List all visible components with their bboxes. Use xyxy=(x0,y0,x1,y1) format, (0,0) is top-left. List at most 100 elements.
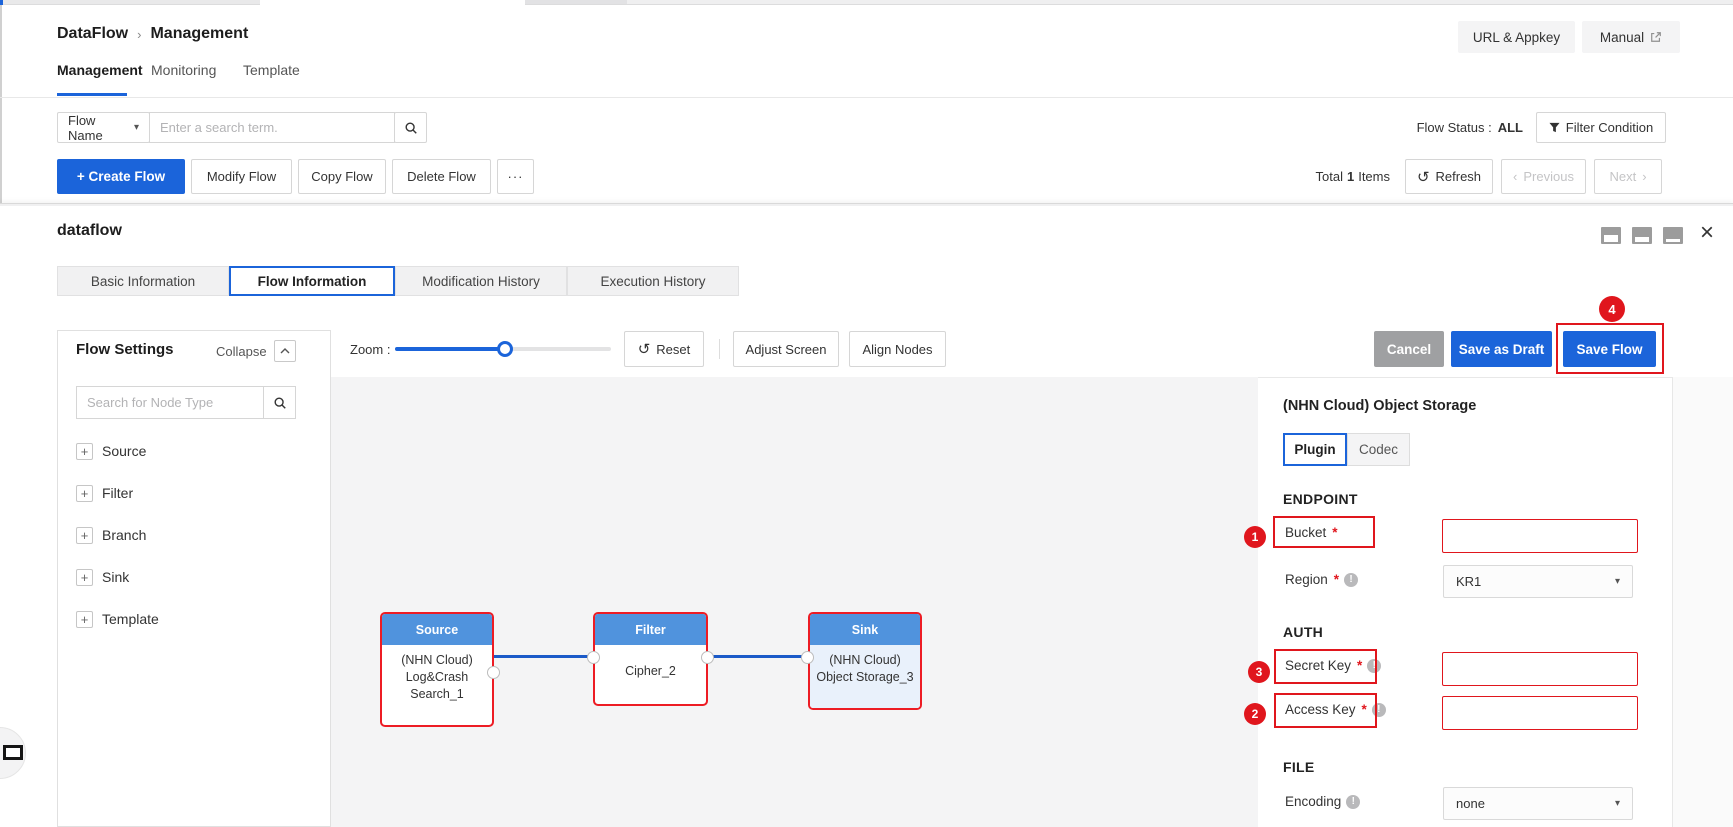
info-icon[interactable]: ! xyxy=(1367,658,1382,673)
tree-item-branch[interactable]: Branch xyxy=(102,527,146,543)
reset-label: Reset xyxy=(656,341,691,357)
node-filter-line: Cipher_2 xyxy=(625,664,676,678)
tab-template[interactable]: Template xyxy=(243,62,300,78)
flow-status: Flow Status : ALL xyxy=(1390,112,1523,143)
node-type-search-input[interactable] xyxy=(76,386,263,419)
annotation-badge-1: 1 xyxy=(1244,526,1266,548)
url-appkey-button[interactable]: URL & Appkey xyxy=(1458,21,1575,53)
collapse-button[interactable] xyxy=(274,340,296,362)
cancel-button[interactable]: Cancel xyxy=(1374,331,1444,367)
tab-flow-information[interactable]: Flow Information xyxy=(229,266,395,296)
detail-panel-title: dataflow xyxy=(57,222,122,239)
node-sink[interactable]: Sink (NHN Cloud) Object Storage_3 xyxy=(808,612,922,710)
tree-item-sink[interactable]: Sink xyxy=(102,569,129,585)
modify-flow-button[interactable]: Modify Flow xyxy=(191,159,292,194)
region-select[interactable]: KR1 ▾ xyxy=(1443,565,1633,598)
port-sink-in[interactable] xyxy=(801,651,814,664)
breadcrumb-service[interactable]: DataFlow xyxy=(57,25,128,43)
collapse-label[interactable]: Collapse xyxy=(216,344,267,359)
encoding-select[interactable]: none ▾ xyxy=(1443,787,1633,820)
browser-tab-strip xyxy=(3,0,260,5)
tree-item-source[interactable]: Source xyxy=(102,443,146,459)
required-icon: * xyxy=(1332,525,1338,540)
required-icon: * xyxy=(1357,658,1363,673)
port-source-out[interactable] xyxy=(487,666,500,679)
url-appkey-label: URL & Appkey xyxy=(1472,29,1561,45)
copy-flow-button[interactable]: Copy Flow xyxy=(298,159,386,194)
delete-flow-button[interactable]: Delete Flow xyxy=(392,159,491,194)
create-flow-button[interactable]: + Create Flow xyxy=(57,159,185,194)
tab-execution-history[interactable]: Execution History xyxy=(567,266,739,296)
manual-button[interactable]: Manual xyxy=(1582,21,1680,53)
expand-icon[interactable]: + xyxy=(76,443,93,460)
tabs-divider xyxy=(0,97,1733,98)
tab-monitoring[interactable]: Monitoring xyxy=(151,62,216,78)
expand-icon[interactable]: + xyxy=(76,527,93,544)
filter-condition-button[interactable]: Filter Condition xyxy=(1536,112,1666,143)
tab-basic-information[interactable]: Basic Information xyxy=(57,266,229,296)
node-source-line: Search_1 xyxy=(410,687,464,701)
panel-size-controls xyxy=(1601,227,1683,244)
port-filter-in[interactable] xyxy=(587,651,600,664)
tab-modification-history[interactable]: Modification History xyxy=(395,266,567,296)
auth-section-header: AUTH xyxy=(1283,624,1324,640)
tab-codec[interactable]: Codec xyxy=(1347,433,1410,466)
align-nodes-button[interactable]: Align Nodes xyxy=(849,331,946,367)
access-key-label: Access Key * ! xyxy=(1285,702,1386,717)
access-key-input[interactable] xyxy=(1442,696,1638,730)
toolbar-divider xyxy=(719,339,720,359)
tree-item-template[interactable]: Template xyxy=(102,611,159,627)
annotation-badge-4: 4 xyxy=(1599,296,1625,322)
next-button[interactable]: Next › xyxy=(1594,159,1662,194)
save-as-draft-button[interactable]: Save as Draft xyxy=(1451,331,1552,367)
region-value: KR1 xyxy=(1456,574,1482,589)
secret-key-input[interactable] xyxy=(1442,652,1638,686)
search-field-selector[interactable]: Flow Name ▾ xyxy=(57,112,150,143)
close-icon[interactable]: × xyxy=(1694,218,1720,248)
expand-icon[interactable]: + xyxy=(76,569,93,586)
region-label: Region * ! xyxy=(1285,572,1359,587)
info-icon[interactable]: ! xyxy=(1371,702,1386,717)
panel-size-medium-icon[interactable] xyxy=(1632,227,1652,244)
bucket-input[interactable] xyxy=(1442,519,1638,553)
flow-canvas[interactable]: Source (NHN Cloud) Log&Crash Search_1 Fi… xyxy=(331,377,1258,827)
zoom-slider-fill xyxy=(395,347,505,351)
expand-icon[interactable]: + xyxy=(76,485,93,502)
more-actions-button[interactable]: ··· xyxy=(497,159,534,194)
node-sink-line: (NHN Cloud) xyxy=(829,653,901,667)
info-icon[interactable]: ! xyxy=(1344,572,1359,587)
browser-tab-strip xyxy=(627,0,1733,5)
more-icon: ··· xyxy=(507,169,524,184)
node-source[interactable]: Source (NHN Cloud) Log&Crash Search_1 xyxy=(380,612,494,727)
expand-icon[interactable]: + xyxy=(76,611,93,628)
panel-size-large-icon[interactable] xyxy=(1663,227,1683,244)
chevron-up-icon xyxy=(280,348,290,354)
panel-size-small-icon[interactable] xyxy=(1601,227,1621,244)
search-button[interactable] xyxy=(394,112,427,143)
required-icon: * xyxy=(1333,572,1340,587)
node-type-search-button[interactable] xyxy=(263,386,296,419)
bucket-label: Bucket * xyxy=(1285,525,1338,540)
properties-title: (NHN Cloud) Object Storage xyxy=(1283,398,1477,414)
flow-settings-panel: Flow Settings Collapse + Source + Filter… xyxy=(57,330,331,827)
tab-management[interactable]: Management xyxy=(57,62,143,78)
node-source-header: Source xyxy=(382,614,492,645)
external-link-icon xyxy=(1651,32,1662,42)
node-source-body: (NHN Cloud) Log&Crash Search_1 xyxy=(382,645,492,703)
tree-item-filter[interactable]: Filter xyxy=(102,485,133,501)
chevron-left-icon: ‹ xyxy=(1513,169,1518,184)
region-label-text: Region xyxy=(1285,572,1328,587)
search-icon xyxy=(273,396,286,409)
search-input[interactable] xyxy=(149,112,395,143)
encoding-label-text: Encoding xyxy=(1285,794,1342,809)
previous-button[interactable]: ‹ Previous xyxy=(1501,159,1586,194)
port-filter-out[interactable] xyxy=(701,651,714,664)
tab-plugin[interactable]: Plugin xyxy=(1283,433,1347,466)
save-flow-button[interactable]: Save Flow xyxy=(1563,331,1656,367)
reset-button[interactable]: ↺ Reset xyxy=(624,331,704,367)
adjust-screen-button[interactable]: Adjust Screen xyxy=(733,331,839,367)
zoom-slider-thumb[interactable] xyxy=(497,341,513,357)
info-icon[interactable]: ! xyxy=(1346,794,1361,809)
node-filter[interactable]: Filter Cipher_2 xyxy=(593,612,708,706)
refresh-button[interactable]: ↺ Refresh xyxy=(1405,159,1493,194)
